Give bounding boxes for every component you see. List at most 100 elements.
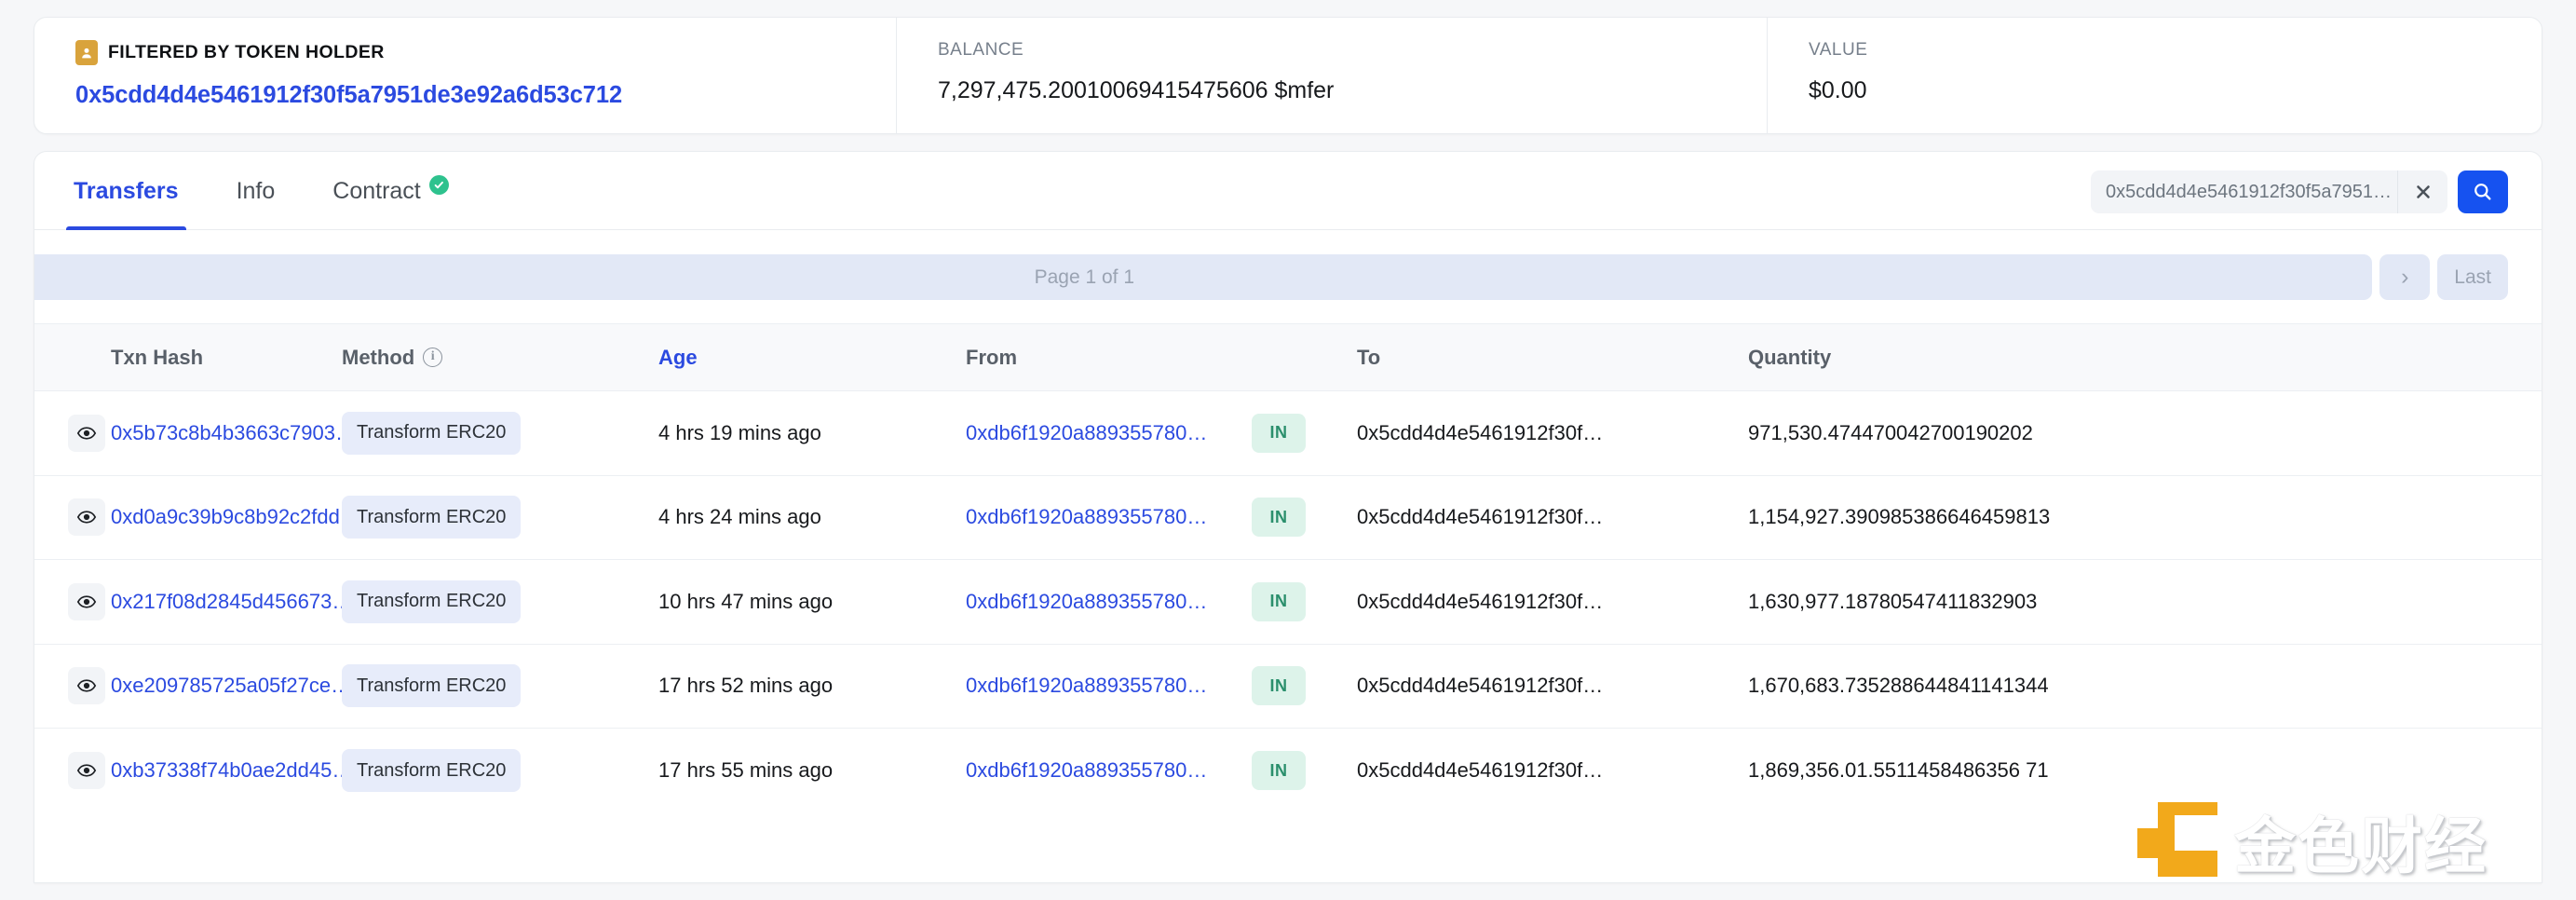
- preview-eye-button[interactable]: [68, 498, 105, 537]
- row-quantity-cell: 1,154,927.390985386646459813: [1748, 475, 2542, 560]
- tab-contract[interactable]: Contract: [329, 152, 452, 230]
- pagination-last-button[interactable]: Last: [2437, 254, 2508, 300]
- row-direction-cell: IN: [1252, 390, 1357, 476]
- balance-value: 7,297,475.20010069415475606 $mfer: [938, 77, 1335, 103]
- eye-icon: [76, 764, 97, 777]
- direction-badge: IN: [1252, 666, 1306, 706]
- pagination: First ‹ Page 1 of 1 › Last: [34, 254, 2508, 300]
- txn-hash-link[interactable]: 0xe209785725a05f27ce…: [111, 674, 351, 697]
- table-row: 0xd0a9c39b9c8b92c2fdd… Transform ERC20 4…: [34, 475, 2542, 560]
- row-age-cell: 17 hrs 55 mins ago: [658, 758, 834, 782]
- column-header-txn-hash: Txn Hash: [111, 323, 342, 391]
- row-method-cell: Transform ERC20: [342, 559, 658, 645]
- row-direction-cell: IN: [1252, 475, 1357, 560]
- row-txn-hash-cell: 0xb37338f74b0ae2dd45…: [111, 729, 352, 813]
- value-cell: VALUE $0.00: [1767, 18, 2542, 133]
- txn-hash-link[interactable]: 0x217f08d2845d456673…: [111, 590, 352, 613]
- row-method-cell: Transform ERC20: [342, 644, 658, 729]
- from-address-link[interactable]: 0xdb6f1920a889355780…: [966, 505, 1207, 528]
- row-from-cell: 0xdb6f1920a889355780…: [966, 559, 1252, 645]
- filtered-by-holder-label: FILTERED BY TOKEN HOLDER: [108, 42, 385, 62]
- from-address-link[interactable]: 0xdb6f1920a889355780…: [966, 758, 1207, 782]
- row-eye-cell: [34, 644, 111, 729]
- tab-contract-label: Contract: [332, 177, 421, 204]
- table-row: 0x5b73c8b4b3663c7903… Transform ERC20 4 …: [34, 390, 2542, 476]
- txn-hash-link[interactable]: 0x5b73c8b4b3663c7903…: [111, 421, 356, 444]
- row-to-cell: 0x5cdd4d4e5461912f30f…: [1357, 644, 1748, 729]
- from-address-link[interactable]: 0xdb6f1920a889355780…: [966, 674, 1207, 697]
- column-header-txn-hash-label: Txn Hash: [111, 345, 204, 369]
- column-header-method-label: Method: [342, 345, 415, 369]
- search-submit-button[interactable]: [2458, 170, 2508, 213]
- row-from-cell: 0xdb6f1920a889355780…: [966, 475, 1252, 560]
- direction-badge: IN: [1252, 751, 1306, 790]
- method-info-icon[interactable]: i: [423, 348, 443, 367]
- clear-search-button[interactable]: [2397, 170, 2447, 213]
- balance-label: BALANCE: [938, 40, 1024, 60]
- column-header-quantity: Quantity: [1748, 323, 2542, 391]
- row-txn-hash-cell: 0x217f08d2845d456673…: [111, 559, 352, 645]
- txn-hash-link[interactable]: 0xb37338f74b0ae2dd45…: [111, 758, 352, 782]
- column-header-from: From: [966, 323, 1252, 391]
- row-age-cell: 4 hrs 24 mins ago: [658, 475, 966, 560]
- search-icon: [2474, 184, 2491, 200]
- tab-transfers[interactable]: Transfers: [66, 152, 186, 230]
- token-holder-address-link[interactable]: 0x5cdd4d4e5461912f30f5a7951de3e92a6d53c7…: [75, 81, 855, 110]
- txn-hash-link[interactable]: 0xd0a9c39b9c8b92c2fdd…: [111, 505, 360, 528]
- filtered-by-holder-cell: FILTERED BY TOKEN HOLDER 0x5cdd4d4e54619…: [34, 18, 896, 133]
- row-quantity-cell: 1,630,977.18780547411832903: [1748, 559, 2542, 645]
- token-holder-summary-card: FILTERED BY TOKEN HOLDER 0x5cdd4d4e54619…: [34, 17, 2542, 134]
- column-header-method: Method i: [342, 323, 658, 391]
- table-row: 0xe209785725a05f27ce… Transform ERC20 17…: [34, 644, 2542, 729]
- method-badge: Transform ERC20: [342, 411, 522, 455]
- balance-cell: BALANCE 7,297,475.20010069415475606 $mfe…: [896, 18, 1767, 133]
- row-age-cell: 4 hrs 19 mins ago: [658, 390, 966, 476]
- transfers-table: Txn Hash Method i Age From To Quantity 0…: [34, 323, 2542, 812]
- method-badge: Transform ERC20: [342, 749, 522, 792]
- row-to-cell: 0x5cdd4d4e5461912f30f…: [1357, 390, 1748, 476]
- row-direction-cell: IN: [1252, 559, 1357, 645]
- row-from-cell: 0xdb6f1920a889355780…: [966, 390, 1252, 476]
- row-age-cell: 10 hrs 47 mins ago: [658, 559, 966, 645]
- row-quantity-cell: 971,530.474470042700190202: [1748, 390, 2542, 476]
- method-badge: Transform ERC20: [342, 580, 522, 623]
- preview-eye-button[interactable]: [68, 667, 105, 705]
- row-txn-hash-cell: 0xd0a9c39b9c8b92c2fdd…: [111, 475, 360, 560]
- method-badge: Transform ERC20: [342, 496, 522, 539]
- pagination-next-button[interactable]: ›: [2379, 254, 2431, 300]
- row-method-cell: Transform ERC20: [342, 729, 658, 813]
- table-row: 0x217f08d2845d456673… Transform ERC20 10…: [34, 559, 2542, 645]
- table-toolbar: A total of 5 transactions found Advanced…: [34, 230, 2542, 323]
- eye-icon: [76, 427, 97, 440]
- column-header-age-label: Age: [658, 345, 698, 369]
- tab-info[interactable]: Info: [233, 152, 279, 230]
- row-txn-hash-cell: 0xe209785725a05f27ce…: [111, 644, 351, 729]
- value-label: VALUE: [1809, 40, 1868, 60]
- watermark-text: 金色财经: [2234, 811, 2488, 883]
- column-header-age[interactable]: Age: [658, 323, 966, 391]
- row-to-cell: 0x5cdd4d4e5461912f30f…: [1357, 475, 1748, 560]
- column-header-eye: [34, 323, 111, 391]
- preview-eye-button[interactable]: [68, 414, 105, 452]
- row-txn-hash-cell: 0x5b73c8b4b3663c7903…: [111, 390, 356, 476]
- transfers-card: Transfers Info Contract 0x5cdd4d4e546191…: [34, 151, 2542, 883]
- value-amount: $0.00: [1809, 77, 1867, 103]
- preview-eye-button[interactable]: [68, 582, 105, 620]
- search-input[interactable]: [2091, 181, 2397, 203]
- preview-eye-button[interactable]: [68, 752, 105, 789]
- tab-info-label: Info: [236, 177, 276, 204]
- search-field[interactable]: [2091, 170, 2447, 213]
- tab-transfers-label: Transfers: [74, 177, 179, 204]
- transfers-table-body: 0x5b73c8b4b3663c7903… Transform ERC20 4 …: [34, 390, 2542, 813]
- row-direction-cell: IN: [1252, 729, 1357, 813]
- method-badge: Transform ERC20: [342, 664, 522, 708]
- eye-icon: [76, 679, 97, 692]
- pagination-page-info: Page 1 of 1: [34, 254, 2373, 300]
- row-method-cell: Transform ERC20: [342, 475, 658, 560]
- from-address-link[interactable]: 0xdb6f1920a889355780…: [966, 421, 1207, 444]
- column-header-from-label: From: [966, 345, 1017, 369]
- from-address-link[interactable]: 0xdb6f1920a889355780…: [966, 590, 1207, 613]
- eye-icon: [76, 511, 97, 524]
- eye-icon: [76, 595, 97, 608]
- token-transfers-page: FILTERED BY TOKEN HOLDER 0x5cdd4d4e54619…: [0, 17, 2576, 900]
